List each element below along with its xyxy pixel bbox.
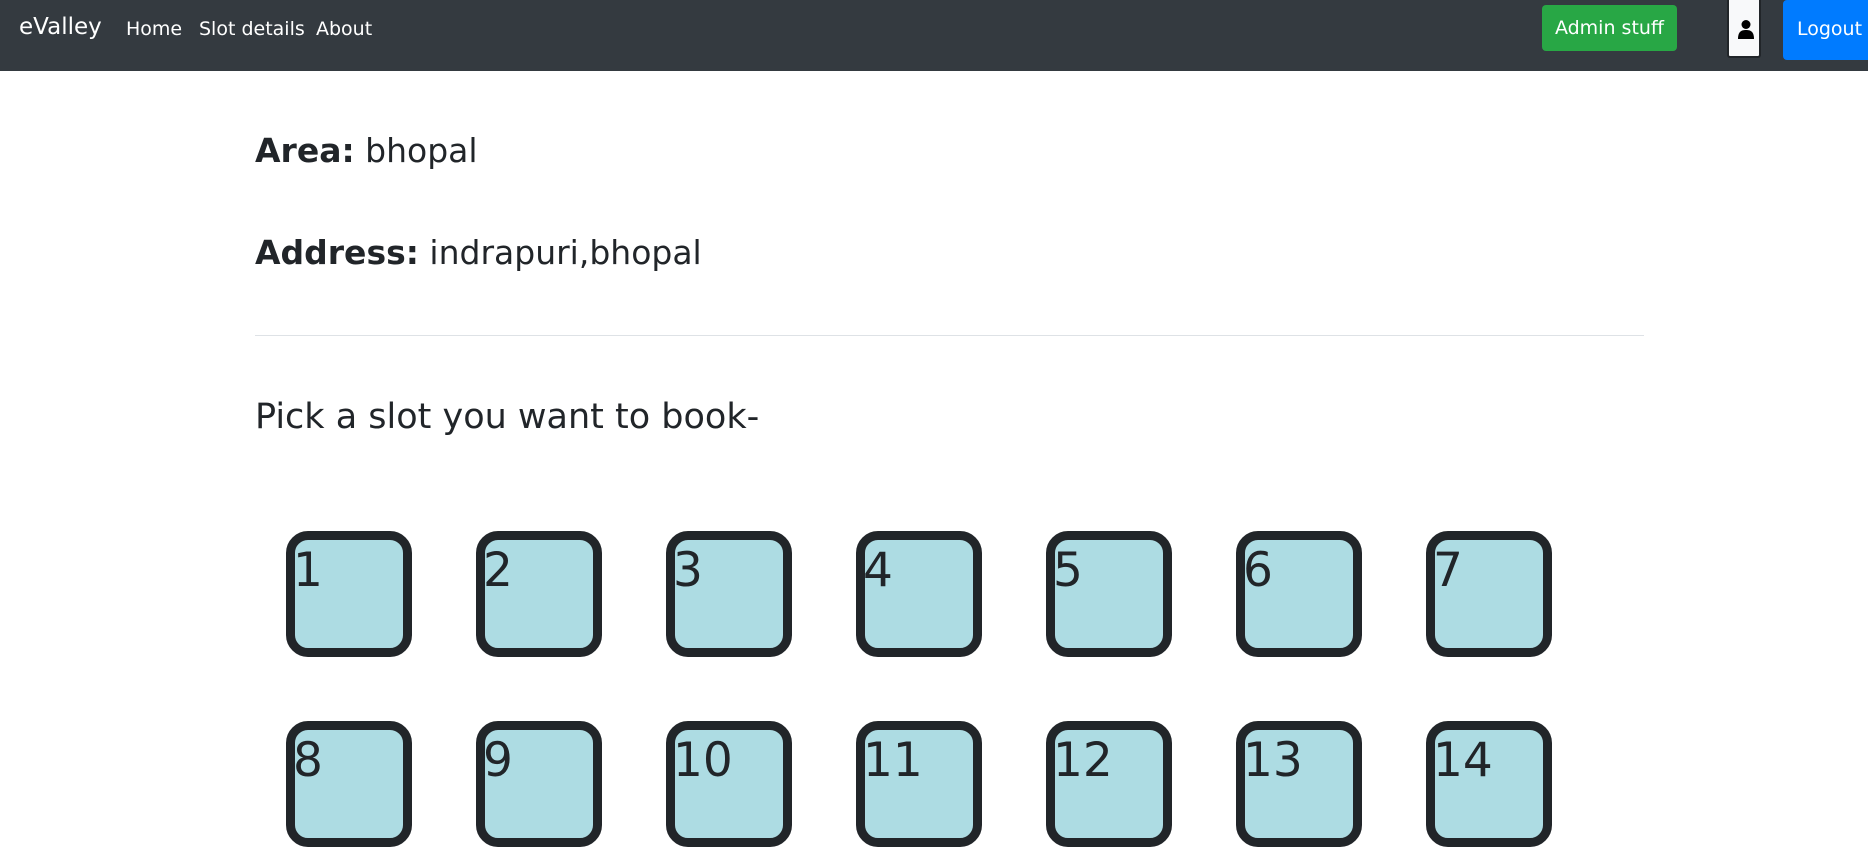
slot-7[interactable]: 7: [1426, 531, 1552, 657]
user-button[interactable]: [1727, 0, 1761, 58]
slot-number: 11: [863, 733, 923, 788]
brand-logo[interactable]: eValley: [19, 14, 102, 40]
slot-number: 9: [483, 733, 513, 788]
slot-number: 3: [673, 543, 703, 598]
slot-13[interactable]: 13: [1236, 721, 1362, 847]
area-value: bhopal: [365, 131, 478, 170]
slot-8[interactable]: 8: [286, 721, 412, 847]
address-label: Address:: [255, 233, 419, 272]
navbar: eValley Home Slot details About Admin st…: [0, 0, 1868, 71]
slot-4[interactable]: 4: [856, 531, 982, 657]
slot-number: 5: [1053, 543, 1083, 598]
slot-5[interactable]: 5: [1046, 531, 1172, 657]
slot-1[interactable]: 1: [286, 531, 412, 657]
slot-6[interactable]: 6: [1236, 531, 1362, 657]
slot-9[interactable]: 9: [476, 721, 602, 847]
nav-link-home[interactable]: Home: [126, 18, 182, 40]
slot-3[interactable]: 3: [666, 531, 792, 657]
slot-number: 7: [1433, 543, 1463, 598]
slot-14[interactable]: 14: [1426, 721, 1552, 847]
address-line: Address: indrapuri,bhopal: [255, 233, 702, 272]
divider: [255, 335, 1644, 336]
admin-stuff-button[interactable]: Admin stuff: [1542, 5, 1677, 51]
pick-slot-heading: Pick a slot you want to book-: [255, 397, 760, 437]
area-label: Area:: [255, 131, 355, 170]
slot-2[interactable]: 2: [476, 531, 602, 657]
slot-number: 2: [483, 543, 513, 598]
slot-number: 12: [1053, 733, 1113, 788]
slot-number: 10: [673, 733, 733, 788]
slot-number: 6: [1243, 543, 1273, 598]
nav-link-about[interactable]: About: [316, 18, 372, 40]
area-line: Area: bhopal: [255, 131, 478, 170]
logout-button[interactable]: Logout: [1783, 0, 1868, 60]
slot-10[interactable]: 10: [666, 721, 792, 847]
slot-12[interactable]: 12: [1046, 721, 1172, 847]
slot-11[interactable]: 11: [856, 721, 982, 847]
address-value: indrapuri,bhopal: [429, 233, 702, 272]
slot-number: 13: [1243, 733, 1303, 788]
slot-number: 14: [1433, 733, 1493, 788]
slot-number: 4: [863, 543, 893, 598]
slot-number: 8: [293, 733, 323, 788]
slot-number: 1: [293, 543, 323, 598]
person-icon: [1738, 20, 1754, 39]
nav-link-slot-details[interactable]: Slot details: [199, 18, 305, 40]
